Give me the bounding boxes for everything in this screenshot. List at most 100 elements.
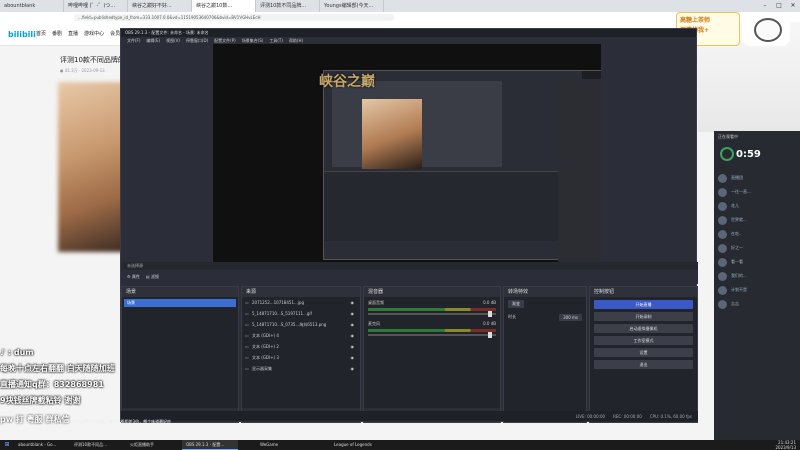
clock-date: 2023/9/13	[775, 445, 796, 450]
chat-user[interactable]: 直播团	[718, 171, 751, 185]
windows-start-icon[interactable]: ⊞	[0, 440, 14, 450]
avatar	[718, 271, 727, 281]
transition-type-row: 渐变	[504, 297, 586, 311]
transition-select[interactable]: 渐变	[508, 300, 524, 308]
avatar	[718, 201, 727, 211]
volume-meter	[368, 308, 496, 311]
obs-preview[interactable]: 峡谷之巅	[213, 44, 601, 270]
source-item[interactable]: 文本 (GDI+) 3 ◉	[242, 352, 360, 363]
studio-mode-button[interactable]: 工作室模式	[594, 336, 693, 345]
eye-icon[interactable]: ◉	[351, 297, 355, 308]
stream-info-overlay: ♪ : dum 每晚十点左右翻翻 白天随随加班 直播通知q群：832868981…	[0, 345, 130, 409]
taskbar-item[interactable]: 火炬直播助手	[126, 440, 182, 450]
avatar	[718, 257, 727, 267]
dock-title: 转场特效	[504, 287, 586, 297]
menu-item[interactable]: 文件(F)	[127, 37, 140, 45]
taskbar-item[interactable]: OBS 29.1.3 - 配置...	[182, 440, 238, 450]
browser-tab[interactable]: 峡谷之巅好不好...	[128, 0, 192, 12]
username: 计划不是	[731, 287, 747, 292]
taskbar-item[interactable]	[312, 440, 330, 450]
browser-tab[interactable]: abountblank	[0, 0, 64, 12]
menu-item[interactable]: 停靠窗口(D)	[186, 37, 208, 45]
taskbar-item[interactable]: League of Legends	[330, 440, 386, 450]
slider-handle[interactable]	[488, 311, 493, 317]
sources-dock: 来源 2071252...10718451...jpg ◉ 5_14871710.…	[241, 286, 361, 423]
timer-ring-icon	[720, 147, 734, 161]
volume-slider[interactable]	[368, 332, 496, 338]
chat-user[interactable]: 花儿	[718, 199, 751, 213]
video-title: 评测10款不同品牌的	[60, 56, 125, 64]
chat-user[interactable]: 好之一	[718, 241, 751, 255]
source-label: 文本 (GDI+) 2	[252, 344, 279, 349]
audio-mixer-dock: 混音器 桌面音频0.0 dB 麦克风0.0 dB ⚙ ⋮	[363, 286, 501, 423]
source-item[interactable]: 文本 (GDI+) 4 ◉	[242, 330, 360, 341]
avatar	[718, 173, 727, 183]
exit-button[interactable]: 退出	[594, 360, 693, 369]
browser-tab[interactable]: 哔哩哔哩 (゜-゜)つ...	[64, 0, 128, 12]
source-item[interactable]: 5_14871710...S_5197111...gif ◉	[242, 308, 360, 319]
nav-item[interactable]: 游戏中心	[84, 30, 104, 37]
browser-tab[interactable]: Youngs编辑部(今天...	[320, 0, 384, 12]
virtual-cam-button[interactable]: 启动虚拟摄像机	[594, 324, 693, 333]
channel-db: 0.0 dB	[483, 300, 496, 305]
username: 世界就...	[731, 217, 747, 222]
nav-item[interactable]: 首页	[36, 30, 46, 37]
mixer-channel: 麦克风 0.0 dB	[364, 318, 500, 339]
eye-icon[interactable]: ◉	[351, 363, 355, 374]
menu-item[interactable]: 视图(V)	[166, 37, 180, 45]
browser-tab[interactable]: 评测10款不同品牌...	[256, 0, 320, 12]
nested-video	[362, 99, 422, 169]
video-player[interactable]	[58, 82, 128, 252]
taskbar-item[interactable]: 评测10款不同品...	[70, 440, 126, 450]
bilibili-logo[interactable]: bilibili	[8, 30, 36, 39]
minimize-icon[interactable]: –	[758, 0, 772, 12]
obs-window: OBS 29.1.3 - 配置文件: 未命名 - 场景: 未命名 文件(F) 编…	[120, 28, 698, 423]
eye-icon[interactable]: ◉	[351, 308, 355, 319]
source-item[interactable]: 文本 (GDI+) 2 ◉	[242, 341, 360, 352]
mixer-channel: 桌面音频 0.0 dB	[364, 297, 500, 318]
url-field[interactable]: …field=publishedtype_id_from=333.1007.0.…	[74, 13, 394, 21]
rec-status: REC: 00:00:00	[613, 413, 642, 419]
nav-item[interactable]: 直播	[68, 30, 78, 37]
slider-handle[interactable]	[488, 332, 493, 338]
properties-button[interactable]: ⚙ 属性	[127, 274, 140, 280]
chat-user[interactable]: 世界就...	[718, 213, 751, 227]
scene-item[interactable]: 场景	[124, 299, 236, 307]
source-item[interactable]: 5_14871710...S_0735...淘抖6513.png ◉	[242, 319, 360, 330]
start-stream-button[interactable]: 开始直播	[594, 300, 693, 309]
source-label: 文本 (GDI+) 4	[252, 333, 279, 338]
channel-db: 0.0 dB	[483, 321, 496, 326]
duration-input[interactable]: 300 ms	[559, 314, 582, 321]
browser-tab[interactable]: 峡谷之巅10数...	[192, 0, 256, 12]
menu-item[interactable]: 编辑(E)	[146, 37, 160, 45]
source-item[interactable]: 2071252...10718451...jpg ◉	[242, 297, 360, 308]
eye-icon[interactable]: ◉	[351, 319, 355, 330]
banner-line: 高糖上茶师	[680, 17, 711, 24]
maximize-icon[interactable]: □	[772, 0, 786, 12]
avatar	[718, 215, 727, 225]
nav-item[interactable]: 番剧	[52, 30, 62, 37]
chat-user[interactable]: 看一看	[718, 255, 751, 269]
filters-button[interactable]: ▤ 滤镜	[146, 274, 159, 280]
eye-icon[interactable]: ◉	[351, 341, 355, 352]
system-clock[interactable]: 21:43:21 2023/9/13	[775, 440, 796, 450]
taskbar-item[interactable]: abountblank - Go...	[14, 440, 70, 450]
chat-user[interactable]: 计划不是	[718, 283, 751, 297]
dock-title: 混音器	[364, 287, 500, 297]
source-item[interactable]: 显示器采集 ◉	[242, 363, 360, 374]
taskbar-item[interactable]	[238, 440, 256, 450]
eye-icon[interactable]: ◉	[351, 352, 355, 363]
stream-title-overlay: 峡谷之巅	[319, 74, 375, 90]
settings-button[interactable]: 设置	[594, 348, 693, 357]
eye-icon[interactable]: ◉	[351, 330, 355, 341]
start-record-button[interactable]: 开始录制	[594, 312, 693, 321]
taskbar: ⊞ abountblank - Go... 评测10款不同品... 火炬直播助手…	[0, 440, 800, 450]
chat-user[interactable]: 在吃..	[718, 227, 751, 241]
source-label: 显示器采集	[252, 366, 272, 371]
chat-user[interactable]: 吉吉	[718, 297, 751, 311]
chat-user[interactable]: 一往一直...	[718, 185, 751, 199]
taskbar-item[interactable]: WeGame	[256, 440, 312, 450]
close-icon[interactable]: ✕	[786, 0, 800, 12]
volume-slider[interactable]	[368, 311, 496, 317]
chat-user[interactable]: 我们的...	[718, 269, 751, 283]
